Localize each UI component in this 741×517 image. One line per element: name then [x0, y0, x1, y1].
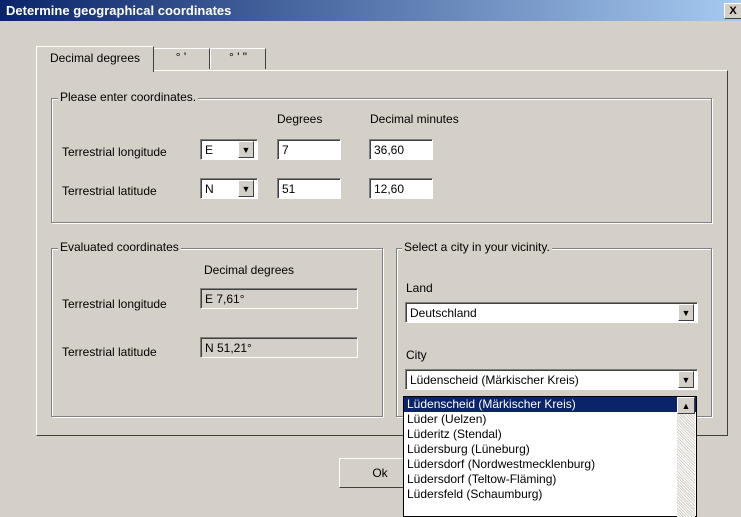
chevron-down-icon[interactable]: ▼: [678, 304, 694, 321]
tab-decimal-degrees[interactable]: Decimal degrees: [36, 46, 154, 72]
dropdown-scrollbar[interactable]: ▲: [677, 397, 695, 517]
city-select-group: [396, 248, 712, 417]
decimal-degrees-header: Decimal degrees: [204, 263, 295, 277]
arrow-up-icon[interactable]: ▲: [677, 397, 695, 414]
dialog-window: Determine geographical coordinates X Dec…: [0, 0, 741, 517]
title-bar[interactable]: Determine geographical coordinates X: [0, 0, 741, 21]
latitude-degrees-input[interactable]: 51: [277, 178, 341, 199]
tab-degrees-minutes-seconds[interactable]: ° ' ": [210, 48, 266, 69]
longitude-degrees-input[interactable]: 7: [277, 139, 341, 160]
city-dropdown-list[interactable]: Lüdenscheid (Märkischer Kreis) Lüder (Ue…: [403, 396, 697, 517]
land-select[interactable]: Deutschland: [405, 302, 698, 323]
close-button[interactable]: X: [724, 3, 741, 19]
chevron-down-icon[interactable]: ▼: [238, 141, 254, 158]
select-value: E: [205, 143, 214, 157]
minutes-column-header: Decimal minutes: [370, 112, 459, 126]
window-title: Determine geographical coordinates: [6, 3, 232, 18]
select-value: Deutschland: [410, 306, 477, 320]
list-item[interactable]: Lüdersdorf (Nordwestmecklenburg): [404, 457, 696, 472]
list-item[interactable]: Lüdersfeld (Schaumburg): [404, 487, 696, 502]
longitude-label: Terrestrial longitude: [62, 145, 167, 159]
longitude-minutes-input[interactable]: 36,60: [369, 139, 433, 160]
chevron-down-icon[interactable]: ▼: [238, 180, 254, 197]
degrees-column-header: Degrees: [277, 112, 323, 126]
city-label: City: [406, 348, 427, 362]
land-label: Land: [406, 281, 433, 295]
tab-label: ° ': [175, 50, 187, 64]
evaluated-group-legend: Evaluated coordinates: [58, 240, 181, 254]
latitude-minutes-input[interactable]: 12,60: [369, 178, 433, 199]
select-value: N: [205, 182, 214, 196]
latitude-label: Terrestrial latitude: [62, 184, 157, 198]
tab-degrees-minutes[interactable]: ° ': [152, 48, 210, 69]
list-item[interactable]: Lüder (Uelzen): [404, 412, 696, 427]
ok-button-label: Ok: [372, 466, 388, 480]
city-select[interactable]: Lüdenscheid (Märkischer Kreis): [405, 369, 698, 390]
chevron-down-icon[interactable]: ▼: [678, 371, 694, 388]
evaluated-latitude-value: N 51,21°: [200, 337, 358, 358]
list-item[interactable]: Lüdenscheid (Märkischer Kreis): [404, 397, 696, 412]
evaluated-longitude-value: E 7,61°: [200, 288, 358, 309]
input-group-legend: Please enter coordinates.: [58, 90, 199, 104]
tab-label: ° ' ": [228, 50, 248, 64]
evaluated-latitude-label: Terrestrial latitude: [62, 345, 157, 359]
list-item[interactable]: Lüdersdorf (Teltow-Fläming): [404, 472, 696, 487]
city-group-legend: Select a city in your vicinity.: [402, 240, 552, 254]
evaluated-longitude-label: Terrestrial longitude: [62, 297, 167, 311]
select-value: Lüdenscheid (Märkischer Kreis): [410, 373, 579, 387]
list-item[interactable]: Lüderitz (Stendal): [404, 427, 696, 442]
list-item[interactable]: Lüdersburg (Lüneburg): [404, 442, 696, 457]
tab-label: Decimal degrees: [49, 51, 141, 65]
